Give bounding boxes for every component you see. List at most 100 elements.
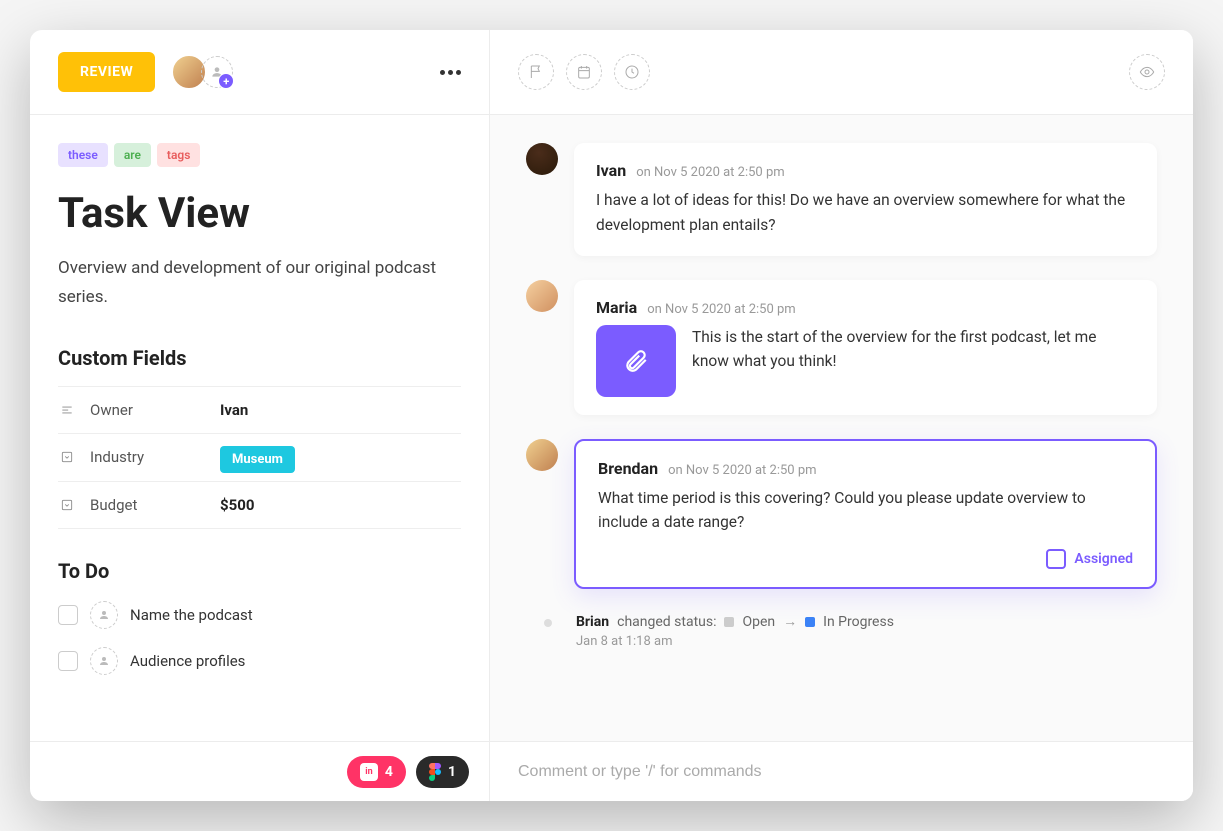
comment-time: on Nov 5 2020 at 2:50 pm (647, 302, 795, 317)
custom-fields-heading: Custom Fields (58, 346, 461, 370)
field-value-badge[interactable]: Museum (220, 446, 295, 473)
page-title: Task View (58, 189, 461, 238)
right-header (490, 30, 1193, 115)
left-content: these are tags Task View Overview and de… (30, 115, 489, 741)
comment-header: Ivan on Nov 5 2020 at 2:50 pm (596, 161, 1135, 180)
field-row-owner: Owner Ivan (58, 386, 461, 433)
avatar[interactable] (526, 143, 558, 175)
activity-dot-icon (544, 619, 552, 627)
invision-pill[interactable]: in 4 (347, 756, 406, 788)
comment: Maria on Nov 5 2020 at 2:50 pm This is t… (526, 280, 1157, 415)
person-icon (98, 609, 110, 621)
comment-input[interactable] (518, 763, 1165, 781)
more-menu-button[interactable] (440, 70, 461, 75)
field-label: Industry (90, 448, 220, 466)
assigned-checkbox[interactable] (1046, 549, 1066, 569)
status-dot-icon (805, 617, 815, 627)
todo-text[interactable]: Audience profiles (130, 652, 245, 670)
avatar[interactable] (526, 280, 558, 312)
field-value[interactable]: Ivan (220, 401, 248, 419)
comment-header: Maria on Nov 5 2020 at 2:50 pm (596, 298, 1135, 317)
comment-thread: Ivan on Nov 5 2020 at 2:50 pm I have a l… (490, 115, 1193, 741)
arrow-right-icon: → (783, 613, 797, 630)
comment-time: on Nov 5 2020 at 2:50 pm (636, 165, 784, 180)
todo-checkbox[interactable] (58, 605, 78, 625)
comment-body[interactable]: Brendan on Nov 5 2020 at 2:50 pm What ti… (574, 439, 1157, 590)
comment-author: Ivan (596, 161, 626, 180)
field-value[interactable]: $500 (220, 496, 254, 514)
activity-line: Brian changed status: Open → In Progress (576, 613, 1157, 630)
field-label: Owner (90, 401, 220, 419)
calendar-button[interactable] (566, 54, 602, 90)
comment-author: Maria (596, 298, 637, 317)
comment-input-bar (490, 741, 1193, 801)
custom-fields: Owner Ivan Industry Museum Budget $500 (58, 386, 461, 529)
status-badge[interactable]: REVIEW (58, 52, 155, 92)
header-icon-group (518, 54, 650, 90)
left-footer: in 4 1 (30, 741, 489, 801)
eye-icon (1139, 64, 1155, 80)
todo-list: Name the podcast Audience profiles (58, 601, 461, 675)
watch-button[interactable] (1129, 54, 1165, 90)
todo-assignee-button[interactable] (90, 647, 118, 675)
avatar[interactable] (526, 439, 558, 471)
left-pane: REVIEW + these are tags Task View (30, 30, 490, 801)
comment-text: What time period is this covering? Could… (598, 486, 1133, 536)
task-window: REVIEW + these are tags Task View (30, 30, 1193, 801)
field-row-budget: Budget $500 (58, 481, 461, 529)
comment: Brendan on Nov 5 2020 at 2:50 pm What ti… (526, 439, 1157, 590)
assigned-row: Assigned (598, 549, 1133, 569)
field-label: Budget (90, 496, 220, 514)
activity-to-status: In Progress (823, 614, 894, 630)
time-button[interactable] (614, 54, 650, 90)
activity-body: Brian changed status: Open → In Progress… (576, 613, 1157, 649)
tag[interactable]: are (114, 143, 151, 167)
field-row-industry: Industry Museum (58, 433, 461, 481)
tag[interactable]: tags (157, 143, 200, 167)
tag-list: these are tags (58, 143, 461, 167)
figma-pill[interactable]: 1 (416, 756, 469, 788)
figma-icon (429, 763, 441, 781)
person-icon (98, 655, 110, 667)
invision-count: 4 (385, 764, 393, 780)
activity-action: changed status: (617, 614, 716, 630)
activity-time: Jan 8 at 1:18 am (576, 634, 1157, 649)
activity-actor: Brian (576, 614, 609, 630)
comment-time: on Nov 5 2020 at 2:50 pm (668, 463, 816, 478)
right-pane: Ivan on Nov 5 2020 at 2:50 pm I have a l… (490, 30, 1193, 801)
activity-from-status: Open (742, 614, 775, 630)
dropdown-field-icon (58, 496, 76, 514)
todo-item: Audience profiles (58, 647, 461, 675)
todo-heading: To Do (58, 559, 461, 583)
todo-item: Name the podcast (58, 601, 461, 629)
left-header: REVIEW + (30, 30, 489, 115)
assignee-group: + (171, 54, 233, 90)
comment-body[interactable]: Ivan on Nov 5 2020 at 2:50 pm I have a l… (574, 143, 1157, 256)
add-assignee-button[interactable]: + (201, 56, 233, 88)
tag[interactable]: these (58, 143, 108, 167)
comment-content: This is the start of the overview for th… (596, 325, 1135, 397)
comment-header: Brendan on Nov 5 2020 at 2:50 pm (598, 459, 1133, 478)
comment-text: This is the start of the overview for th… (692, 325, 1135, 375)
todo-text[interactable]: Name the podcast (130, 606, 253, 624)
text-field-icon (58, 401, 76, 419)
assigned-label: Assigned (1074, 551, 1133, 567)
dropdown-field-icon (58, 448, 76, 466)
attachment-button[interactable] (596, 325, 676, 397)
flag-button[interactable] (518, 54, 554, 90)
comment-author: Brendan (598, 459, 658, 478)
comment: Ivan on Nov 5 2020 at 2:50 pm I have a l… (526, 143, 1157, 256)
header-left: REVIEW + (58, 52, 233, 92)
calendar-icon (576, 64, 592, 80)
comment-body[interactable]: Maria on Nov 5 2020 at 2:50 pm This is t… (574, 280, 1157, 415)
comment-text: I have a lot of ideas for this! Do we ha… (596, 188, 1135, 238)
page-description: Overview and development of our original… (58, 254, 461, 312)
plus-icon: + (218, 73, 234, 89)
todo-checkbox[interactable] (58, 651, 78, 671)
invision-icon: in (360, 763, 378, 781)
clock-icon (624, 64, 640, 80)
todo-assignee-button[interactable] (90, 601, 118, 629)
flag-icon (528, 64, 544, 80)
activity-item: Brian changed status: Open → In Progress… (526, 613, 1157, 649)
figma-count: 1 (448, 764, 456, 780)
